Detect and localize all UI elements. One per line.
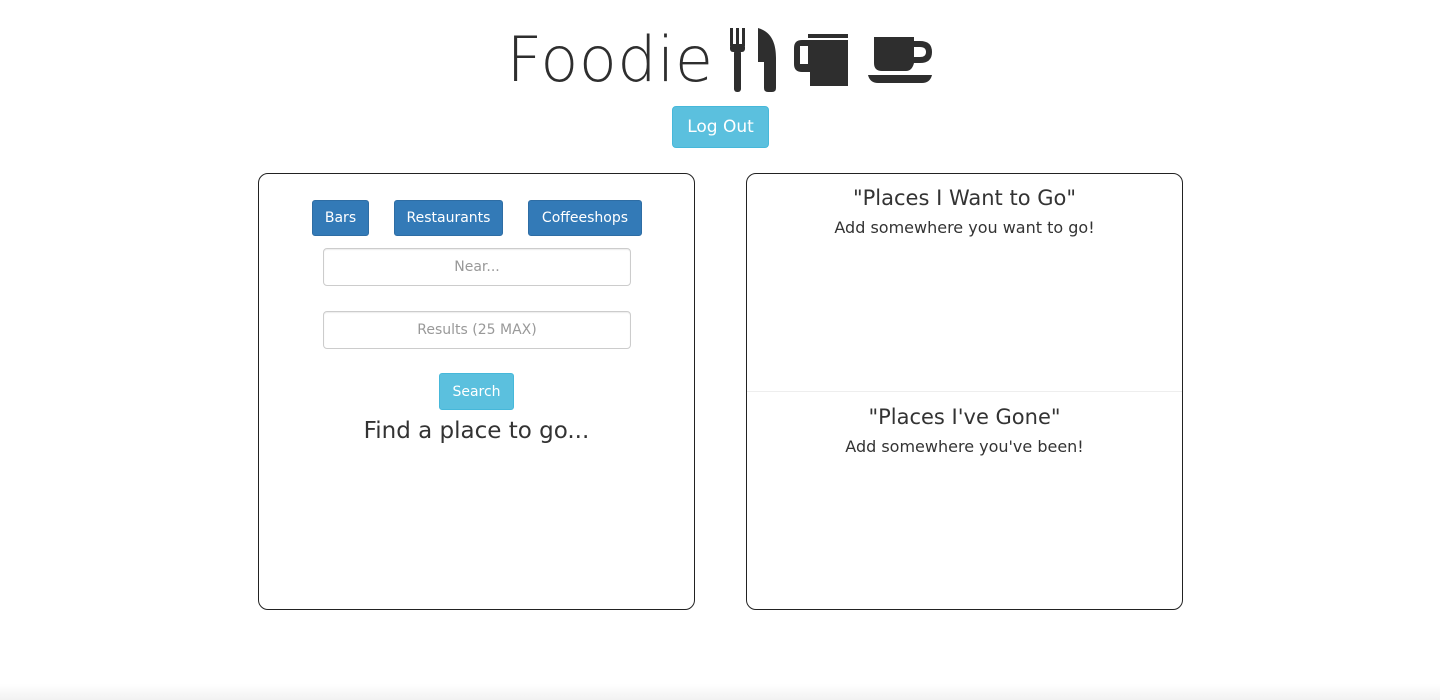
- results-count-input[interactable]: [323, 311, 631, 349]
- bars-button[interactable]: Bars: [312, 200, 369, 236]
- page: Foodie Log Out Bars Restaurants Coffeesh…: [0, 0, 1440, 700]
- places-gone-title: "Places I've Gone": [868, 405, 1061, 429]
- page-bottom-shade: [0, 684, 1440, 700]
- want-to-go-section: "Places I Want to Go" Add somewhere you …: [747, 184, 1182, 392]
- brand-icons: [728, 28, 934, 92]
- near-input[interactable]: [323, 248, 631, 286]
- app-title: Foodie: [506, 23, 714, 96]
- mug-icon: [793, 34, 852, 86]
- want-to-go-title: "Places I Want to Go": [852, 186, 1077, 210]
- log-out-button[interactable]: Log Out: [672, 106, 769, 148]
- want-to-go-empty-text: Add somewhere you want to go!: [834, 218, 1095, 237]
- fork-knife-icon: [728, 28, 778, 92]
- search-panel: Bars Restaurants Coffeeshops Search Find…: [258, 173, 695, 610]
- app-header: Foodie: [0, 20, 1440, 100]
- places-gone-section: "Places I've Gone" Add somewhere you've …: [747, 403, 1182, 457]
- coffeeshops-button[interactable]: Coffeeshops: [528, 200, 642, 236]
- coffee-cup-icon: [867, 35, 934, 85]
- find-place-prompt: Find a place to go...: [363, 418, 590, 444]
- search-button[interactable]: Search: [439, 373, 514, 410]
- places-gone-empty-text: Add somewhere you've been!: [845, 437, 1084, 456]
- restaurants-button[interactable]: Restaurants: [394, 200, 503, 236]
- lists-panel: "Places I Want to Go" Add somewhere you …: [746, 173, 1183, 610]
